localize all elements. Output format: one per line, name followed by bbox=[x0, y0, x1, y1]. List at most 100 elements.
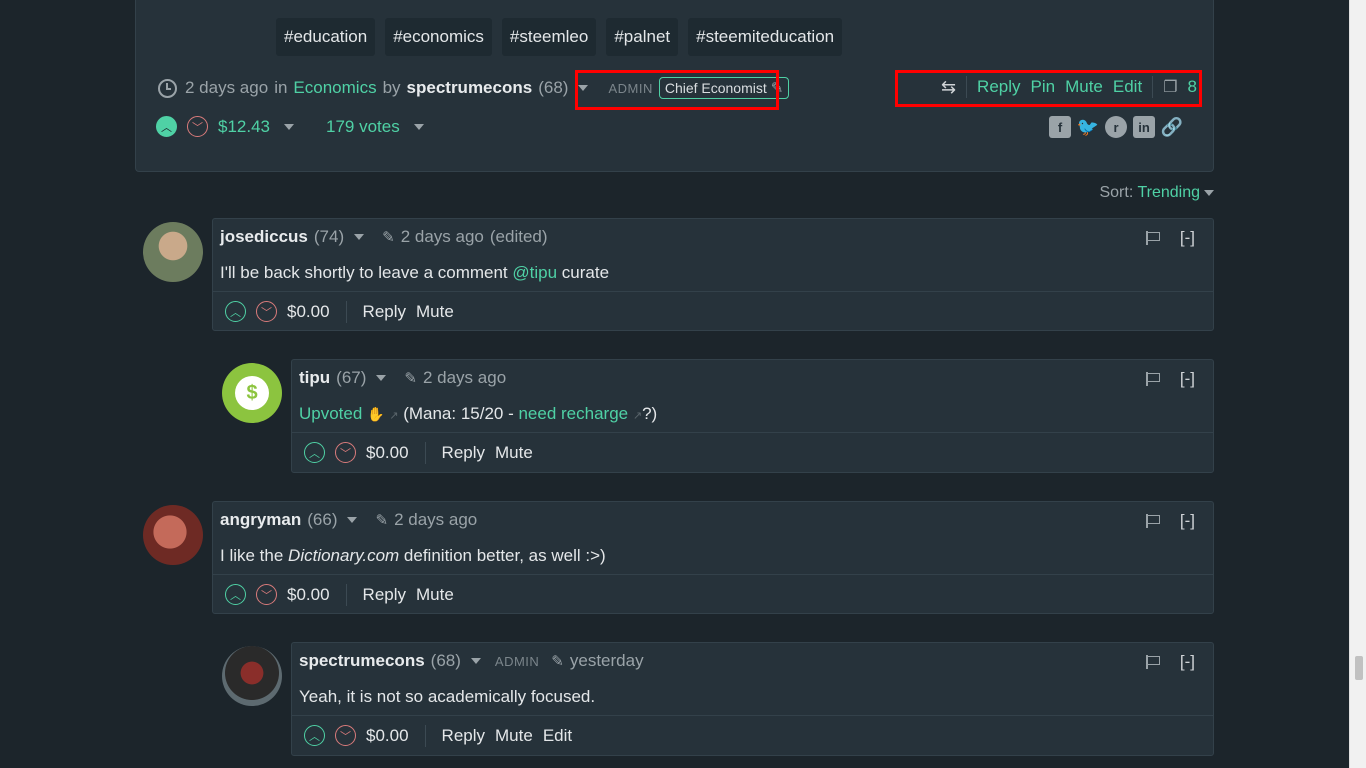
comment-reputation: (74) bbox=[313, 227, 345, 246]
mute-button[interactable]: Mute bbox=[495, 443, 533, 463]
edit-button[interactable]: Edit bbox=[543, 726, 572, 746]
comment-controls: [-] bbox=[1145, 228, 1195, 248]
comment-payout[interactable]: $0.00 bbox=[287, 585, 330, 605]
collapse-button[interactable]: [-] bbox=[1180, 652, 1195, 672]
reply-button[interactable]: Reply bbox=[442, 726, 485, 746]
comment-payout[interactable]: $0.00 bbox=[366, 443, 409, 463]
comment-body: Yeah, it is not so academically focused. bbox=[299, 687, 595, 707]
scrollbar-thumb[interactable] bbox=[1355, 656, 1363, 680]
comment-author[interactable]: spectrumecons bbox=[299, 651, 425, 671]
comment-text: definition better, as well :>) bbox=[399, 546, 606, 565]
comment-time[interactable]: 2 days ago bbox=[401, 227, 484, 247]
recharge-link[interactable]: need recharge bbox=[518, 404, 628, 423]
reddit-icon[interactable]: r bbox=[1105, 116, 1127, 138]
highlight-box-role bbox=[575, 70, 779, 110]
tag-steemiteducation[interactable]: #steemiteducation bbox=[688, 18, 843, 56]
post-author[interactable]: spectrumecons bbox=[407, 78, 533, 98]
post-time[interactable]: 2 days ago bbox=[185, 78, 268, 98]
flag-icon[interactable] bbox=[1145, 655, 1160, 669]
post-author-reputation: (68) bbox=[538, 78, 569, 97]
flag-icon[interactable] bbox=[1145, 514, 1160, 528]
linkedin-icon[interactable]: in bbox=[1133, 116, 1155, 138]
comment-header: josediccus (74) ✎ 2 days ago (edited) bbox=[220, 227, 548, 247]
avatar[interactable] bbox=[222, 646, 282, 706]
comment-reputation: (67) bbox=[336, 368, 367, 387]
avatar[interactable] bbox=[143, 505, 203, 565]
community-link[interactable]: Economics bbox=[293, 78, 376, 98]
upvote-icon[interactable]: ︿ bbox=[304, 442, 325, 463]
upvote-icon[interactable]: ︿ bbox=[156, 116, 177, 137]
comment-emphasis: Dictionary.com bbox=[288, 546, 400, 565]
pencil-icon: ✎ bbox=[375, 512, 389, 529]
comment-author[interactable]: angryman bbox=[220, 510, 301, 530]
divider bbox=[345, 300, 347, 323]
comment-time[interactable]: 2 days ago bbox=[394, 510, 477, 530]
downvote-icon[interactable]: ﹀ bbox=[187, 116, 208, 137]
mute-button[interactable]: Mute bbox=[416, 302, 454, 322]
comment-payout[interactable]: $0.00 bbox=[287, 302, 330, 322]
sort-label: Sort: bbox=[1099, 184, 1134, 201]
comment-reputation: (68) bbox=[430, 651, 461, 670]
twitter-icon[interactable]: 🐦 bbox=[1077, 116, 1099, 138]
comment-controls: [-] bbox=[1145, 511, 1195, 531]
upvote-icon[interactable]: ︿ bbox=[304, 725, 325, 746]
tag-education[interactable]: #education bbox=[276, 18, 376, 56]
mute-button[interactable]: Mute bbox=[416, 585, 454, 605]
comment-author[interactable]: josediccus bbox=[220, 227, 308, 247]
comment-payout[interactable]: $0.00 bbox=[366, 726, 409, 746]
collapse-button[interactable]: [-] bbox=[1180, 228, 1195, 248]
divider bbox=[424, 724, 426, 747]
highlight-box-actions bbox=[895, 70, 1202, 107]
chevron-down-icon[interactable] bbox=[376, 375, 387, 381]
downvote-icon[interactable]: ﹀ bbox=[335, 725, 356, 746]
downvote-icon[interactable]: ﹀ bbox=[256, 301, 277, 322]
comment-time[interactable]: 2 days ago bbox=[423, 368, 506, 388]
post-payout[interactable]: $12.43 bbox=[218, 117, 270, 137]
hand-icon: ✋ bbox=[367, 406, 385, 422]
comment-header: spectrumecons (68) ADMIN ✎ yesterday bbox=[299, 651, 644, 671]
sort-dropdown[interactable]: Trending bbox=[1137, 184, 1200, 201]
edited-label: (edited) bbox=[489, 227, 548, 246]
scrollbar[interactable] bbox=[1349, 0, 1366, 768]
link-icon[interactable]: 🔗 bbox=[1161, 116, 1183, 138]
avatar[interactable]: $ bbox=[222, 363, 282, 423]
avatar[interactable] bbox=[143, 222, 203, 282]
comment-card: angryman (66) ✎ 2 days ago [-] I like th… bbox=[212, 501, 1214, 614]
in-word: in bbox=[274, 78, 288, 97]
chevron-down-icon[interactable] bbox=[354, 234, 365, 240]
comment-card: spectrumecons (68) ADMIN ✎ yesterday [-]… bbox=[291, 642, 1214, 756]
collapse-button[interactable]: [-] bbox=[1180, 511, 1195, 531]
chevron-down-icon[interactable] bbox=[413, 123, 424, 130]
comment-body: Upvoted ✋ ↗ (Mana: 15/20 - need recharge… bbox=[299, 404, 657, 424]
tag-palnet[interactable]: #palnet bbox=[606, 18, 679, 56]
flag-icon[interactable] bbox=[1145, 372, 1160, 386]
vote-count[interactable]: 179 votes bbox=[326, 117, 400, 137]
mute-button[interactable]: Mute bbox=[495, 726, 533, 746]
tag-steemleo[interactable]: #steemleo bbox=[501, 18, 597, 56]
money-bag-icon: $ bbox=[235, 376, 269, 410]
reply-button[interactable]: Reply bbox=[442, 443, 485, 463]
chevron-down-icon[interactable] bbox=[470, 658, 481, 664]
reply-button[interactable]: Reply bbox=[363, 302, 406, 322]
chevron-down-icon[interactable] bbox=[284, 123, 294, 130]
comment-card: tipu (67) ✎ 2 days ago [-] Upvoted ✋ ↗ (… bbox=[291, 359, 1214, 473]
comment-controls: [-] bbox=[1145, 652, 1195, 672]
chevron-down-icon[interactable] bbox=[1204, 189, 1214, 196]
mention-link[interactable]: @tipu bbox=[512, 263, 557, 282]
comment-time[interactable]: yesterday bbox=[570, 651, 644, 671]
tag-economics[interactable]: #economics bbox=[385, 18, 492, 56]
admin-label: ADMIN bbox=[494, 653, 540, 669]
downvote-icon[interactable]: ﹀ bbox=[256, 584, 277, 605]
facebook-icon[interactable]: f bbox=[1049, 116, 1071, 138]
chevron-down-icon[interactable] bbox=[347, 517, 358, 523]
flag-icon[interactable] bbox=[1145, 231, 1160, 245]
collapse-button[interactable]: [-] bbox=[1180, 369, 1195, 389]
downvote-icon[interactable]: ﹀ bbox=[335, 442, 356, 463]
divider bbox=[345, 583, 347, 606]
upvote-icon[interactable]: ︿ bbox=[225, 584, 246, 605]
comment-footer: ︿ ﹀ $0.00 Reply Mute bbox=[292, 432, 1213, 472]
upvoted-link[interactable]: Upvoted bbox=[299, 404, 362, 423]
comment-author[interactable]: tipu bbox=[299, 368, 330, 388]
reply-button[interactable]: Reply bbox=[363, 585, 406, 605]
upvote-icon[interactable]: ︿ bbox=[225, 301, 246, 322]
